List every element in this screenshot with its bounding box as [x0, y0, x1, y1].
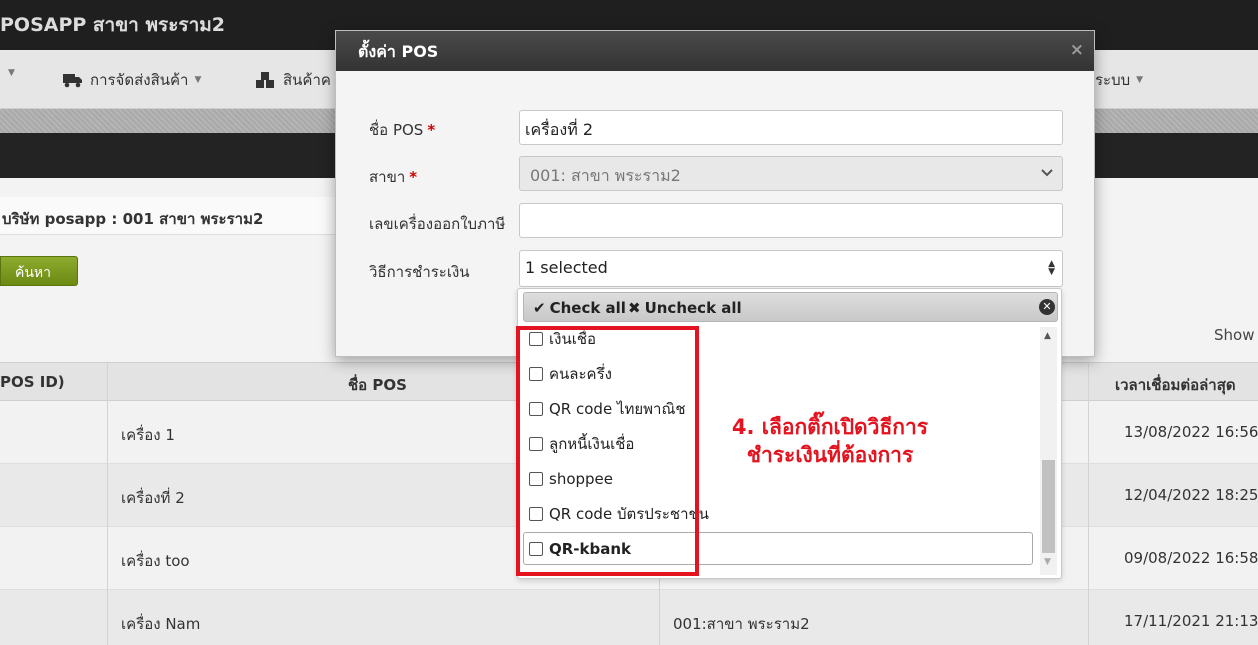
- payment-method-multiselect[interactable]: 1 selected ▲ ▼: [519, 250, 1063, 287]
- pos-name-label: ชื่อ POS *: [369, 121, 436, 139]
- multiselect-header: ✔ Check all ✖ Uncheck all ✕: [523, 292, 1058, 322]
- cell-last-connect: 09/08/2022 16:58: [1124, 549, 1258, 567]
- annotation-line-1: 4. เลือกติ๊กเปิดวิธีการ: [731, 415, 929, 439]
- payment-method-label: วิธีการชำระเงิน: [369, 263, 470, 281]
- table-row[interactable]: เครื่อง Nam 001:สาขา พระราม2 17/11/2021 …: [0, 590, 1258, 645]
- chevron-down-icon: [1041, 169, 1053, 177]
- check-all-button[interactable]: ✔ Check all: [533, 299, 626, 317]
- dialog-header: ตั้งค่า POS ×: [336, 31, 1094, 71]
- pos-name-input[interactable]: เครื่องที่ 2: [519, 110, 1063, 145]
- sort-arrows-icon: ▲ ▼: [1048, 259, 1055, 277]
- cell-last-connect: 12/04/2022 18:25: [1124, 486, 1258, 504]
- menu-item-shipping[interactable]: การจัดส่งสินค้า ▼: [62, 68, 201, 92]
- annotation-line-2: ชำระเงินที่ต้องการ: [746, 443, 914, 467]
- required-mark: *: [427, 121, 436, 139]
- check-icon: ✔: [533, 299, 546, 317]
- menu-item-products[interactable]: สินค้าค: [255, 68, 331, 92]
- tax-machine-label: เลขเครื่องออกใบภาษี: [369, 215, 506, 233]
- cell-last-connect: 13/08/2022 16:56: [1124, 423, 1258, 441]
- menu-item-label: ระบบ: [1095, 71, 1131, 89]
- header-last-connect[interactable]: เวลาเชื่อมต่อล่าสุด: [1115, 373, 1236, 397]
- boxes-icon: [256, 72, 274, 88]
- scrollbar-thumb[interactable]: [1042, 460, 1055, 553]
- close-icon[interactable]: ×: [1070, 40, 1084, 60]
- menu-item-label: สินค้าค: [283, 71, 331, 89]
- menu-item-prev[interactable]: ▼: [8, 68, 15, 78]
- menu-item-system[interactable]: ระบบ ▼: [1095, 68, 1143, 92]
- chevron-down-icon: ▼: [1136, 75, 1144, 85]
- menu-item-label: การจัดส่งสินค้า: [90, 71, 189, 89]
- scroll-up-icon[interactable]: ▲: [1044, 331, 1051, 341]
- branch-select[interactable]: 001: สาขา พระราม2: [519, 156, 1063, 191]
- x-icon: ✖: [628, 299, 641, 317]
- header-pos-id[interactable]: POS ID): [0, 373, 65, 391]
- branch-select-value: 001: สาขา พระราม2: [530, 166, 681, 185]
- multiselect-summary: 1 selected: [525, 258, 608, 277]
- column-divider: [107, 362, 108, 645]
- app-title: POSAPP สาขา พระราม2: [0, 14, 226, 36]
- cell-pos-name: เครื่อง 1: [121, 426, 175, 444]
- dialog-title: ตั้งค่า POS: [358, 42, 439, 61]
- annotation-highlight-box: [516, 326, 699, 576]
- close-circle-icon[interactable]: ✕: [1039, 299, 1055, 315]
- search-button[interactable]: ค้นหา: [0, 256, 78, 286]
- cell-last-connect: 17/11/2021 21:13: [1124, 612, 1258, 630]
- branch-label: สาขา *: [369, 168, 418, 186]
- annotation-text: 4. เลือกติ๊กเปิดวิธีการ ชำระเงินที่ต้องก…: [710, 413, 950, 469]
- cell-pos-name: เครื่องที่ 2: [121, 489, 185, 507]
- show-entries-label: Show: [1214, 326, 1255, 344]
- scroll-down-icon[interactable]: ▼: [1044, 557, 1051, 567]
- cell-pos-name: เครื่อง too: [121, 552, 190, 570]
- truck-icon: [63, 74, 82, 88]
- chevron-down-icon: ▼: [194, 75, 202, 85]
- dropdown-scrollbar[interactable]: ▲ ▼: [1040, 327, 1057, 575]
- header-pos-name[interactable]: ชื่อ POS: [348, 373, 407, 397]
- cell-pos-name: เครื่อง Nam: [121, 615, 201, 633]
- chevron-down-icon: ▼: [8, 68, 15, 78]
- column-divider: [1088, 362, 1089, 645]
- cell-branch: 001:สาขา พระราม2: [673, 615, 810, 633]
- uncheck-all-button[interactable]: ✖ Uncheck all: [628, 299, 742, 317]
- required-mark: *: [409, 168, 418, 186]
- tax-machine-input[interactable]: [519, 203, 1063, 238]
